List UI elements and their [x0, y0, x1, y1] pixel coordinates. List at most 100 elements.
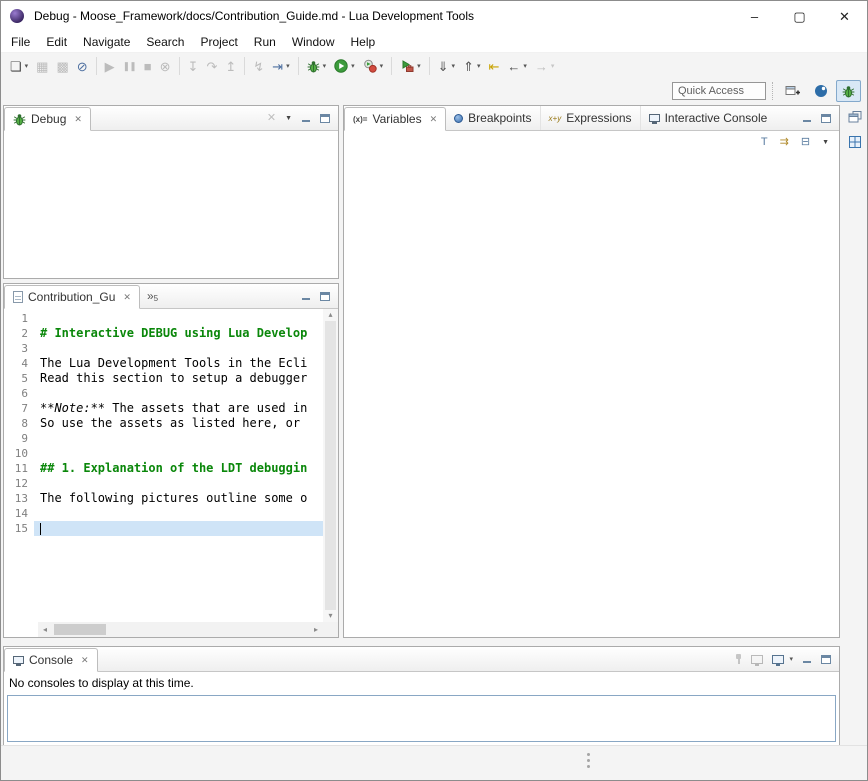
- editor-line[interactable]: 10: [4, 446, 323, 461]
- menu-edit[interactable]: Edit: [38, 32, 75, 52]
- external-tools-button[interactable]: ▾: [397, 55, 424, 77]
- close-tab-icon[interactable]: ✕: [123, 292, 131, 303]
- editor-line[interactable]: 2# Interactive DEBUG using Lua Develop: [4, 326, 323, 341]
- save-all-button[interactable]: ▩: [53, 55, 71, 77]
- editor-line-text[interactable]: **Note:** The assets that are used in: [34, 401, 323, 416]
- remove-all-terminated-button[interactable]: ✕: [267, 113, 276, 124]
- minimize-view-button[interactable]: [802, 655, 812, 664]
- profile-button[interactable]: ▾: [360, 55, 387, 77]
- tab-breakpoints[interactable]: Breakpoints: [446, 106, 539, 130]
- editor-line-text[interactable]: The following pictures outline some o: [34, 491, 323, 506]
- show-type-names-button[interactable]: T: [761, 137, 768, 148]
- close-tab-icon[interactable]: ✕: [81, 655, 89, 666]
- previous-annotation-button[interactable]: ⇑▾: [460, 55, 483, 77]
- vertical-scrollbar-track[interactable]: [323, 319, 338, 612]
- scroll-down-icon[interactable]: ▾: [324, 612, 338, 620]
- editor-line[interactable]: 7**Note:** The assets that are used in: [4, 401, 323, 416]
- dropdown-arrow-icon[interactable]: ▾: [25, 63, 29, 70]
- editor-line[interactable]: 6: [4, 386, 323, 401]
- terminate-button[interactable]: ■: [141, 55, 155, 77]
- resume-button[interactable]: ▶: [102, 55, 118, 77]
- menu-window[interactable]: Window: [284, 32, 343, 52]
- dropdown-arrow-icon[interactable]: ▾: [380, 63, 384, 70]
- forward-button[interactable]: →▾: [532, 55, 558, 77]
- dropdown-arrow-icon[interactable]: ▾: [452, 63, 456, 70]
- menu-help[interactable]: Help: [343, 32, 384, 52]
- minimize-view-button[interactable]: [301, 292, 311, 301]
- maximize-view-button[interactable]: [821, 114, 831, 123]
- debug-button[interactable]: ▾: [304, 55, 330, 77]
- open-console-button[interactable]: ▾: [772, 655, 793, 664]
- tab-interactive-console[interactable]: Interactive Console: [640, 106, 776, 130]
- dropdown-arrow-icon[interactable]: ▾: [789, 656, 793, 663]
- tab-contribution-guide[interactable]: Contribution_Gu✕: [4, 285, 140, 309]
- back-button[interactable]: ←▾: [504, 55, 530, 77]
- title-bar[interactable]: Debug - Moose_Framework/docs/Contributio…: [1, 1, 867, 31]
- menu-run[interactable]: Run: [246, 32, 284, 52]
- editor-horizontal-scrollbar[interactable]: ◂ ▸: [38, 622, 323, 637]
- scroll-up-icon[interactable]: ▴: [324, 311, 338, 319]
- editor-line-text[interactable]: [34, 311, 323, 326]
- debug-perspective-button[interactable]: [836, 80, 861, 102]
- drop-to-frame-button[interactable]: ↯: [250, 55, 267, 77]
- editor-line[interactable]: 3: [4, 341, 323, 356]
- dropdown-arrow-icon[interactable]: ▾: [323, 63, 327, 70]
- new-wizard-button[interactable]: ❏▾: [7, 55, 31, 77]
- scroll-right-icon[interactable]: ▸: [309, 626, 323, 634]
- editor-line[interactable]: 1: [4, 311, 323, 326]
- open-perspective-button[interactable]: [779, 80, 806, 102]
- maximize-view-button[interactable]: [821, 655, 831, 664]
- close-tab-icon[interactable]: ✕: [74, 114, 82, 125]
- skip-all-breakpoints-button[interactable]: ⊘: [74, 55, 91, 77]
- view-menu-button[interactable]: ▼: [285, 115, 292, 122]
- scroll-left-icon[interactable]: ◂: [38, 626, 52, 634]
- editor-line[interactable]: 9: [4, 431, 323, 446]
- editor-line-text[interactable]: [34, 476, 323, 491]
- maximize-view-button[interactable]: [320, 114, 330, 123]
- menu-navigate[interactable]: Navigate: [75, 32, 138, 52]
- editor-line[interactable]: 13The following pictures outline some o: [4, 491, 323, 506]
- editor-line[interactable]: 14: [4, 506, 323, 521]
- editor-line-text[interactable]: The Lua Development Tools in the Ecli: [34, 356, 323, 371]
- suspend-button[interactable]: ❚❚: [120, 55, 139, 77]
- dropdown-arrow-icon[interactable]: ▾: [417, 63, 421, 70]
- editor-line-text[interactable]: Read this section to setup a debugger: [34, 371, 323, 386]
- step-return-button[interactable]: ↥: [222, 55, 239, 77]
- run-button[interactable]: ▾: [331, 55, 358, 77]
- minimize-view-button[interactable]: [301, 114, 311, 123]
- editor-line[interactable]: 15: [4, 521, 323, 536]
- next-annotation-button[interactable]: ⇓▾: [435, 55, 458, 77]
- view-menu-button[interactable]: ▼: [822, 139, 829, 146]
- dropdown-arrow-icon[interactable]: ▾: [551, 63, 555, 70]
- disconnect-button[interactable]: ⊗: [157, 55, 174, 77]
- maximize-button[interactable]: ▢: [777, 1, 822, 31]
- tab-variables[interactable]: (x)=Variables✕: [344, 107, 446, 131]
- editor-line[interactable]: 12: [4, 476, 323, 491]
- tab-expressions[interactable]: x+yExpressions: [540, 106, 640, 130]
- editor-line-text[interactable]: [34, 506, 323, 521]
- step-into-button[interactable]: ↧: [185, 55, 202, 77]
- minimize-view-button[interactable]: [802, 114, 812, 123]
- display-selected-console-button[interactable]: [751, 655, 763, 664]
- editor-line-text[interactable]: So use the assets as listed here, or: [34, 416, 323, 431]
- last-edit-location-button[interactable]: ⇤: [485, 55, 502, 77]
- save-button[interactable]: ▦: [33, 55, 51, 77]
- horizontal-scrollbar-thumb[interactable]: [54, 624, 106, 635]
- tab-debug[interactable]: Debug✕: [4, 107, 91, 131]
- quick-access-box[interactable]: Quick Access: [672, 82, 766, 100]
- step-over-button[interactable]: ↷: [203, 55, 220, 77]
- editor-line-text[interactable]: # Interactive DEBUG using Lua Develop: [34, 326, 323, 341]
- dropdown-arrow-icon[interactable]: ▾: [477, 63, 481, 70]
- editor-line[interactable]: 4The Lua Development Tools in the Ecli: [4, 356, 323, 371]
- horizontal-scrollbar-track[interactable]: [52, 622, 309, 637]
- trim-drag-handle[interactable]: [587, 753, 590, 756]
- dropdown-arrow-icon[interactable]: ▾: [286, 63, 290, 70]
- menu-project[interactable]: Project: [192, 32, 245, 52]
- maximize-view-button[interactable]: [320, 292, 330, 301]
- tab-console[interactable]: Console✕: [4, 648, 98, 672]
- editor-line-text[interactable]: [34, 446, 323, 461]
- lua-perspective-button[interactable]: [808, 80, 834, 102]
- vertical-scrollbar-thumb[interactable]: [325, 321, 336, 610]
- dropdown-arrow-icon[interactable]: ▾: [351, 63, 355, 70]
- editor-text-area[interactable]: 12# Interactive DEBUG using Lua Develop3…: [4, 309, 323, 622]
